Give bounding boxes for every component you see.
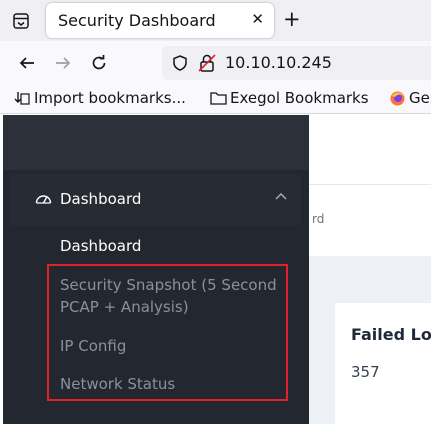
folder-icon (210, 91, 227, 105)
card-title: Failed Log (351, 325, 431, 344)
sidebar-group-label: Dashboard (60, 190, 142, 208)
url-bar[interactable]: 10.10.10.245 (162, 46, 431, 80)
browser-nav-bar: 10.10.10.245 (0, 41, 431, 86)
bookmark-folder-label: Exegol Bookmarks (230, 89, 369, 107)
browser-tab-bar: Security Dashboard ✕ + (0, 0, 431, 41)
failed-logins-card: Failed Log 357 (335, 303, 431, 433)
tab-close-icon[interactable]: ✕ (251, 10, 264, 28)
active-tab[interactable]: Security Dashboard ✕ (46, 3, 274, 38)
forward-arrow-icon (56, 57, 71, 69)
url-text: 10.10.10.245 (225, 53, 332, 72)
sidebar-item-dashboard[interactable]: Dashboard (60, 237, 141, 255)
chevron-up-icon[interactable] (275, 192, 287, 200)
back-button[interactable] (15, 51, 39, 75)
bookmark-folder-exegol[interactable]: Exegol Bookmarks (210, 89, 369, 107)
new-tab-button[interactable]: + (283, 7, 301, 31)
annotation-highlight-box (47, 264, 288, 401)
card-value: 357 (351, 363, 380, 381)
bookmark-import[interactable]: Import bookmarks... (14, 89, 186, 107)
back-arrow-icon (19, 57, 34, 69)
breadcrumb: rd (308, 186, 431, 256)
bookmark-import-label: Import bookmarks... (34, 89, 186, 107)
bookmark-label: Ge (409, 89, 430, 107)
tab-title: Security Dashboard (58, 11, 216, 30)
content-area: Failed Log 357 (308, 256, 431, 433)
shield-icon[interactable] (171, 54, 189, 72)
bookmarks-toolbar: Import bookmarks... Exegol Bookmarks Ge (0, 86, 431, 114)
import-icon (14, 91, 30, 105)
reload-button[interactable] (87, 51, 111, 75)
tab-list-button[interactable] (4, 6, 38, 36)
firefox-icon (390, 91, 405, 105)
bookmark-getting-started[interactable]: Ge (389, 89, 430, 107)
dashboard-gauge-icon (35, 195, 52, 204)
sidebar-group-dashboard[interactable]: Dashboard (10, 174, 301, 226)
tab-list-icon (13, 13, 29, 29)
breadcrumb-text: rd (312, 212, 325, 226)
insecure-lock-icon[interactable] (198, 53, 216, 73)
close-icon[interactable] (316, 127, 344, 155)
sidebar-header (3, 115, 309, 170)
forward-button[interactable] (51, 51, 75, 75)
reload-icon (92, 55, 106, 70)
